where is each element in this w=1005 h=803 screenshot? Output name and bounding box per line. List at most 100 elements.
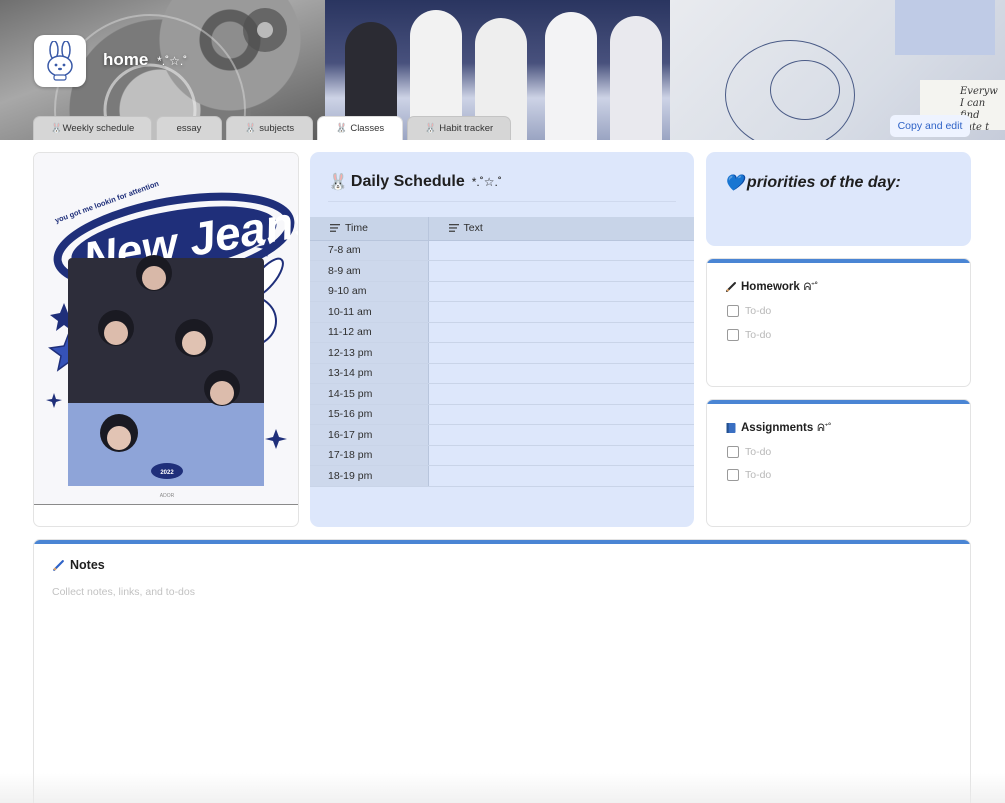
time-cell[interactable]: 12-13 pm bbox=[310, 342, 429, 364]
text-cell[interactable] bbox=[428, 383, 694, 405]
page-title-decor: *.˚☆.˚ bbox=[157, 54, 188, 68]
time-cell[interactable]: 18-19 pm bbox=[310, 465, 429, 487]
todo-checkbox[interactable] bbox=[727, 469, 739, 481]
table-row: 7-8 am bbox=[310, 240, 694, 261]
text-lines-icon bbox=[448, 224, 459, 233]
newjeans-poster: you got me lookin for attention New Jean… bbox=[34, 153, 298, 505]
table-row: 13-14 pm bbox=[310, 363, 694, 384]
text-cell[interactable] bbox=[428, 465, 694, 487]
tab-habit-tracker[interactable]: 🐰 Habit tracker bbox=[407, 116, 511, 140]
text-cell[interactable] bbox=[428, 445, 694, 466]
copy-and-edit-button[interactable]: Copy and edit bbox=[890, 115, 970, 137]
todo-placeholder[interactable]: To-do bbox=[745, 305, 771, 317]
todo-item: To-do bbox=[727, 305, 771, 317]
table-row: 14-15 pm bbox=[310, 383, 694, 405]
time-cell[interactable]: 9-10 am bbox=[310, 281, 429, 302]
todo-item: To-do bbox=[727, 329, 771, 341]
time-cell[interactable]: 14-15 pm bbox=[310, 383, 429, 405]
todo-placeholder[interactable]: To-do bbox=[745, 446, 771, 458]
poster-year: 2022 bbox=[160, 470, 174, 476]
text-cell[interactable] bbox=[428, 281, 694, 302]
homework-title-text: Homework bbox=[741, 281, 800, 293]
card-accent-bar bbox=[707, 400, 970, 404]
page-icon[interactable] bbox=[34, 35, 86, 87]
todo-checkbox[interactable] bbox=[727, 305, 739, 317]
priorities-title-text: priorities of the day: bbox=[746, 174, 901, 191]
text-cell[interactable] bbox=[428, 342, 694, 364]
table-row: 17-18 pm bbox=[310, 445, 694, 466]
notes-title: Notes bbox=[52, 558, 105, 572]
divider bbox=[328, 201, 676, 202]
todo-checkbox[interactable] bbox=[727, 329, 739, 341]
blue-heart-icon: 💙 bbox=[724, 175, 744, 192]
blue-book-icon bbox=[726, 423, 736, 433]
daily-schedule-decor: *.˚☆.˚ bbox=[471, 175, 502, 189]
card-accent-bar bbox=[707, 259, 970, 263]
priorities-title: 💙 priorities of the day: bbox=[724, 173, 901, 193]
bunny-icon bbox=[47, 41, 73, 81]
text-lines-icon bbox=[330, 224, 340, 233]
time-cell[interactable]: 10-11 am bbox=[310, 301, 429, 323]
photo-figure bbox=[610, 16, 662, 140]
tab-essay[interactable]: essay bbox=[156, 116, 222, 140]
priorities-callout: 💙 priorities of the day: bbox=[706, 152, 971, 246]
table-row: 16-17 pm bbox=[310, 424, 694, 446]
daily-schedule-title-text: Daily Schedule bbox=[350, 173, 465, 190]
homework-title: Homework ᕱ⁺˚ bbox=[725, 281, 818, 293]
notes-title-text: Notes bbox=[70, 558, 105, 572]
sketch-blue-photo bbox=[895, 0, 995, 55]
photo-figure bbox=[545, 12, 597, 140]
time-cell[interactable]: 16-17 pm bbox=[310, 424, 429, 446]
bunny-icon: 🐰 bbox=[328, 174, 348, 191]
time-cell[interactable]: 17-18 pm bbox=[310, 445, 429, 466]
todo-item: To-do bbox=[727, 446, 771, 458]
page-title-text: home bbox=[103, 50, 149, 69]
daily-schedule-card: 🐰 Daily Schedule *.˚☆.˚ Time Text 7-8 am… bbox=[310, 152, 694, 527]
poster-art: you got me lookin for attention New Jean… bbox=[46, 179, 298, 499]
todo-placeholder[interactable]: To-do bbox=[745, 469, 771, 481]
tab-weekly-schedule[interactable]: 🐰Weekly schedule bbox=[33, 116, 152, 140]
assignments-decor: ᕱ⁺˚ bbox=[817, 422, 832, 434]
notes-input[interactable]: Collect notes, links, and to-dos bbox=[52, 586, 195, 598]
time-cell[interactable]: 7-8 am bbox=[310, 240, 429, 261]
sketch-shape bbox=[770, 60, 840, 120]
text-cell[interactable] bbox=[428, 301, 694, 323]
text-cell[interactable] bbox=[428, 404, 694, 425]
time-cell[interactable]: 15-16 pm bbox=[310, 404, 429, 425]
page-title: home *.˚☆.˚ bbox=[103, 50, 187, 70]
time-cell[interactable]: 11-12 am bbox=[310, 322, 429, 343]
time-cell[interactable]: 13-14 pm bbox=[310, 363, 429, 384]
time-cell[interactable]: 8-9 am bbox=[310, 260, 429, 282]
sketch-text: Everyw bbox=[960, 86, 998, 97]
tab-subjects[interactable]: 🐰 subjects bbox=[226, 116, 313, 140]
daily-schedule-title: 🐰 Daily Schedule *.˚☆.˚ bbox=[328, 172, 502, 192]
pencil-icon bbox=[726, 282, 736, 292]
assignments-title-text: Assignments bbox=[741, 422, 814, 434]
table-row: 8-9 am bbox=[310, 260, 694, 282]
tab-bar: 🐰Weekly schedule essay 🐰 subjects 🐰 Clas… bbox=[33, 116, 511, 140]
bottom-fade bbox=[0, 773, 1005, 803]
poster-card: you got me lookin for attention New Jean… bbox=[33, 152, 299, 527]
column-header-label: Text bbox=[463, 222, 483, 235]
schedule-table: Time Text 7-8 am 8-9 am 9-10 am 10-11 am… bbox=[310, 217, 694, 487]
table-row: 18-19 pm bbox=[310, 465, 694, 487]
todo-placeholder[interactable]: To-do bbox=[745, 329, 771, 341]
text-cell[interactable] bbox=[428, 240, 694, 261]
column-header-label: Time bbox=[345, 222, 368, 235]
todo-checkbox[interactable] bbox=[727, 446, 739, 458]
cover-banner: Everyw I can find cute t home *.˚☆.˚ 🐰We… bbox=[0, 0, 1005, 140]
table-row: 15-16 pm bbox=[310, 404, 694, 425]
column-header-text[interactable]: Text bbox=[428, 217, 694, 241]
poster-label: ADOR bbox=[160, 493, 175, 499]
text-cell[interactable] bbox=[428, 424, 694, 446]
table-row: 9-10 am bbox=[310, 281, 694, 302]
assignments-card: Assignments ᕱ⁺˚ To-do To-do bbox=[706, 399, 971, 527]
tab-classes[interactable]: 🐰 Classes bbox=[317, 116, 403, 140]
text-cell[interactable] bbox=[428, 322, 694, 343]
text-cell[interactable] bbox=[428, 363, 694, 384]
todo-item: To-do bbox=[727, 469, 771, 481]
text-cell[interactable] bbox=[428, 260, 694, 282]
column-header-time[interactable]: Time bbox=[310, 217, 429, 241]
table-row: 10-11 am bbox=[310, 301, 694, 323]
notes-card: Notes Collect notes, links, and to-dos bbox=[33, 539, 971, 803]
